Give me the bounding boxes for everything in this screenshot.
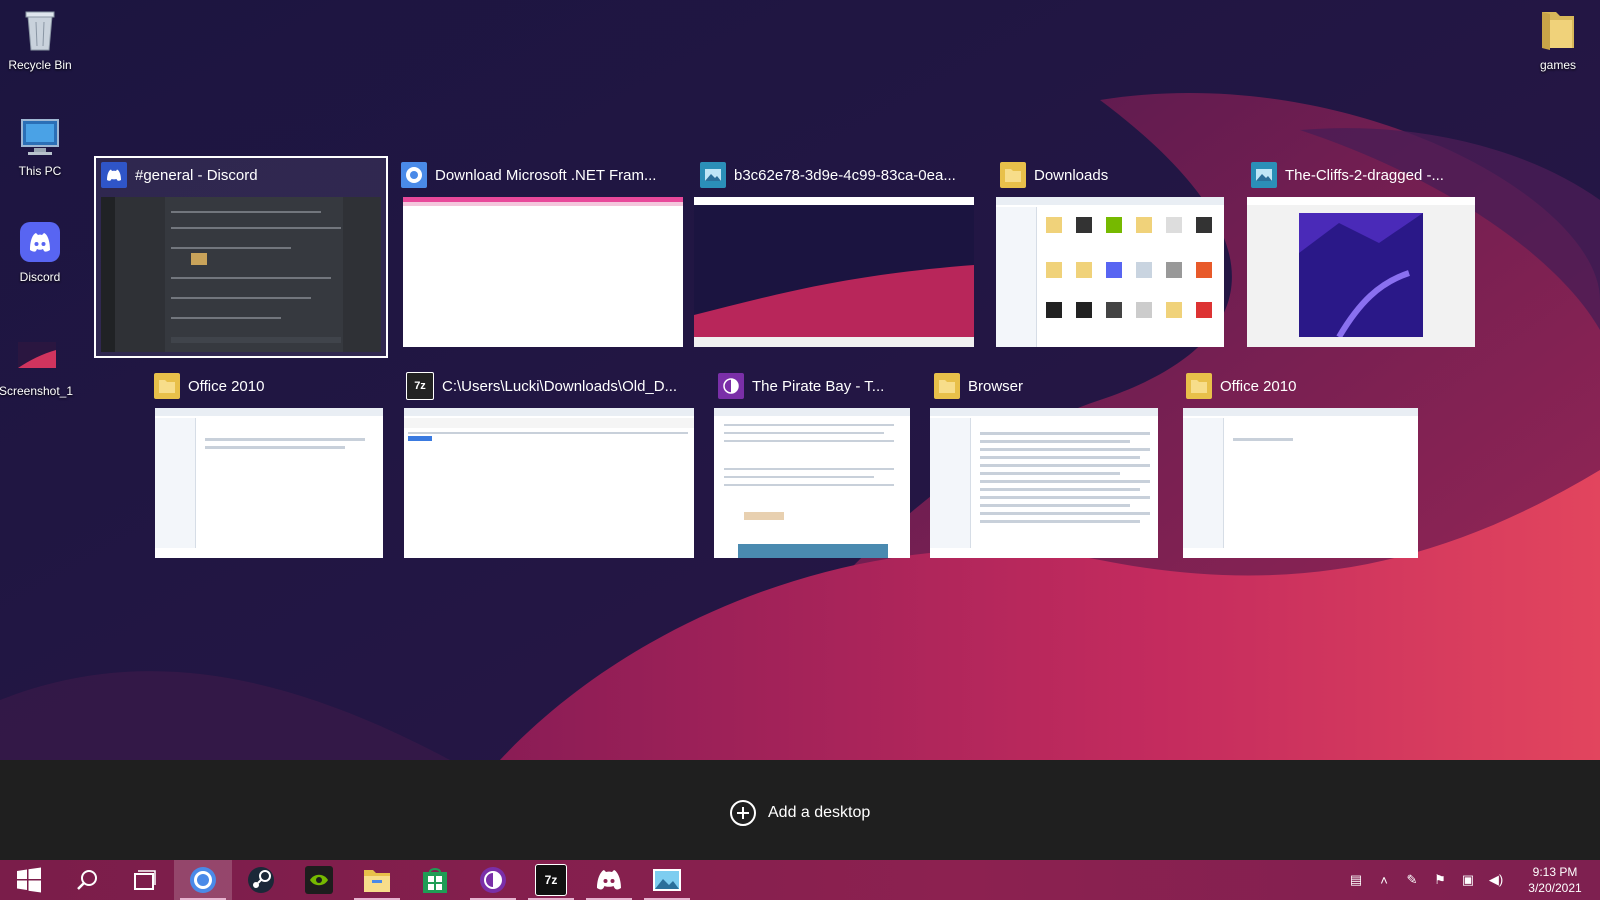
windows-logo-icon	[17, 867, 41, 893]
image-file-icon	[12, 332, 60, 380]
store-icon	[423, 868, 447, 893]
task-view-icon	[134, 870, 156, 890]
desktop-icon-label: Discord	[19, 270, 61, 284]
window-thumbnail	[1247, 197, 1475, 347]
flag-icon[interactable]: ⚑	[1426, 872, 1454, 888]
window-thumbnail	[714, 408, 910, 558]
desktop-icon-label: Screenshot_1	[0, 384, 74, 398]
task-view-window-downloads[interactable]: Downloads	[994, 157, 1234, 357]
window-title: b3c62e78-3d9e-4c99-83ca-0ea...	[734, 166, 956, 184]
discord-icon	[101, 162, 127, 188]
task-view-window-office-2010-1[interactable]: Office 2010	[148, 368, 393, 568]
discord-icon	[597, 870, 621, 890]
task-view-button[interactable]	[116, 860, 174, 900]
window-thumbnail	[1183, 408, 1418, 558]
tor-browser-icon	[480, 867, 506, 893]
folder-icon	[934, 373, 960, 399]
chrome-icon	[190, 867, 216, 893]
window-title: #general - Discord	[135, 166, 258, 184]
window-thumbnail	[403, 197, 683, 347]
tor-browser-icon	[718, 373, 744, 399]
window-title: Office 2010	[188, 377, 265, 395]
clock-date: 3/20/2021	[1528, 881, 1582, 895]
add-desktop-bar: Add a desktop	[0, 760, 1600, 860]
window-thumbnail	[996, 197, 1224, 347]
task-view-window-browser[interactable]: Browser	[928, 368, 1173, 568]
taskbar-file-explorer[interactable]	[348, 860, 406, 900]
window-title: Office 2010	[1220, 377, 1297, 395]
taskbar-7zip[interactable]: 7z	[522, 860, 580, 900]
volume-icon[interactable]: ◀)	[1482, 872, 1510, 888]
taskbar: 7z ▤ ˄ ✎ ⚑ ▣ ◀) 9:13 PM 3/20/2021	[0, 860, 1600, 900]
desktop-icon-discord[interactable]: Discord	[0, 218, 80, 284]
pen-icon[interactable]: ✎	[1398, 872, 1426, 888]
folder-icon	[154, 373, 180, 399]
window-thumbnail	[101, 197, 381, 352]
task-view-window-office-2010-2[interactable]: Office 2010	[1180, 368, 1425, 568]
task-view-window-photos-2[interactable]: The-Cliffs-2-dragged -...	[1245, 157, 1485, 357]
7zip-icon: 7z	[406, 372, 434, 400]
notification-badge-icon[interactable]: ▤	[1342, 872, 1370, 888]
taskbar-tor-browser[interactable]	[464, 860, 522, 900]
computer-icon	[16, 112, 64, 160]
folder-icon	[1000, 162, 1026, 188]
desktop-icon-label: This PC	[18, 164, 62, 178]
task-view-window-tor-browser[interactable]: The Pirate Bay - T...	[712, 368, 922, 568]
window-title: Downloads	[1034, 166, 1109, 184]
task-view-window-chrome[interactable]: Download Microsoft .NET Fram...	[395, 157, 685, 357]
clock[interactable]: 9:13 PM 3/20/2021	[1510, 864, 1600, 896]
discord-icon	[16, 218, 64, 266]
taskbar-chrome[interactable]	[174, 860, 232, 900]
system-tray: ▤ ˄ ✎ ⚑ ▣ ◀) 9:13 PM 3/20/2021	[1342, 860, 1600, 900]
add-desktop-button[interactable]: Add a desktop	[730, 798, 870, 828]
desktop-icon-screenshot[interactable]: Screenshot_1	[0, 332, 76, 398]
taskbar-geforce[interactable]	[290, 860, 348, 900]
window-thumbnail	[694, 197, 974, 347]
window-thumbnail	[155, 408, 383, 558]
window-title: Download Microsoft .NET Fram...	[435, 166, 657, 184]
search-button[interactable]	[58, 860, 116, 900]
7zip-icon: 7z	[535, 864, 567, 896]
add-desktop-label: Add a desktop	[768, 804, 871, 821]
start-button[interactable]	[0, 860, 58, 900]
task-view-window-7zip[interactable]: 7z C:\Users\Lucki\Downloads\Old_D...	[400, 368, 700, 568]
folder-icon	[1186, 373, 1212, 399]
folder-icon	[364, 870, 390, 892]
folder-icon	[1534, 6, 1582, 54]
desktop-icon-games[interactable]: games	[1518, 6, 1598, 72]
photos-icon	[653, 869, 681, 891]
taskbar-discord[interactable]	[580, 860, 638, 900]
desktop-icon-label: games	[1539, 58, 1577, 72]
window-title: C:\Users\Lucki\Downloads\Old_D...	[442, 377, 678, 395]
window-title: The-Cliffs-2-dragged -...	[1285, 166, 1444, 184]
desktop-icon-label: Recycle Bin	[8, 58, 72, 72]
clock-time: 9:13 PM	[1532, 865, 1578, 879]
desktop-icon-this-pc[interactable]: This PC	[0, 112, 80, 178]
photos-icon	[1251, 162, 1277, 188]
chrome-icon	[401, 162, 427, 188]
chevron-up-icon[interactable]: ˄	[1370, 873, 1398, 888]
window-title: Browser	[968, 377, 1024, 395]
photos-icon	[700, 162, 726, 188]
window-thumbnail	[930, 408, 1158, 558]
task-view-window-photos-1[interactable]: b3c62e78-3d9e-4c99-83ca-0ea...	[694, 157, 984, 357]
plus-circle-icon	[730, 800, 756, 826]
window-title: The Pirate Bay - T...	[752, 377, 885, 395]
network-icon[interactable]: ▣	[1454, 872, 1482, 888]
window-thumbnail	[404, 408, 694, 558]
nvidia-icon	[305, 866, 333, 894]
task-view-window-discord[interactable]: #general - Discord	[94, 156, 388, 358]
recycle-bin-icon	[16, 6, 64, 54]
taskbar-store[interactable]	[406, 860, 464, 900]
taskbar-photos[interactable]	[638, 860, 696, 900]
taskbar-steam[interactable]	[232, 860, 290, 900]
desktop-icon-recycle-bin[interactable]: Recycle Bin	[0, 6, 80, 72]
steam-icon	[248, 867, 274, 893]
search-icon	[77, 870, 97, 890]
